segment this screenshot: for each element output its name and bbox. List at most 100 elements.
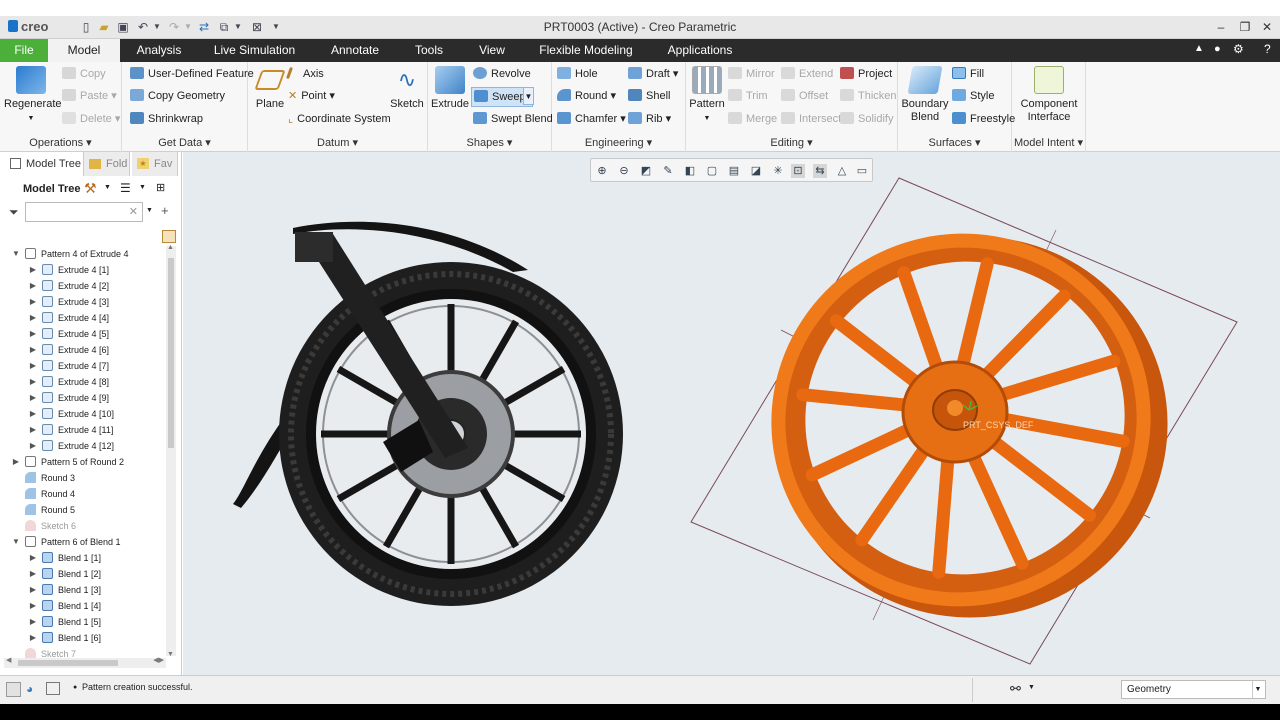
tab-model-tree[interactable]: Model Tree <box>4 152 84 176</box>
filter-icon[interactable]: ⏷ <box>9 205 19 220</box>
tree-item[interactable]: ▶ Extrude 4 [7] <box>0 358 166 374</box>
browser-icon[interactable]: ◕ <box>26 682 33 696</box>
tree-item[interactable]: ▶ Extrude 4 [4] <box>0 310 166 326</box>
expand-arrow-icon[interactable]: ▶ <box>28 278 38 294</box>
search-dropdown-icon[interactable]: ▼ <box>146 207 153 214</box>
thicken-button[interactable]: Thicken <box>840 89 897 103</box>
expand-arrow-icon[interactable]: ▶ <box>28 342 38 358</box>
get-data-group-label[interactable]: Get Data ▾ <box>122 136 247 149</box>
toggle-navigator-icon[interactable] <box>6 682 21 697</box>
repaint-icon[interactable]: ✎ <box>661 164 675 178</box>
copy-geometry-button[interactable]: Copy Geometry <box>130 89 225 103</box>
graphics-viewport[interactable]: PRT_CSYS_DEF <box>183 152 1280 675</box>
point-button[interactable]: ✕ Point ▾ <box>288 89 335 103</box>
copy-button[interactable]: Copy <box>62 67 106 81</box>
shapes-group-label[interactable]: Shapes ▾ <box>428 136 551 149</box>
close-icon[interactable]: ✕ <box>1256 18 1278 36</box>
tree-vertical-scrollbar[interactable]: ▲ ▼ <box>166 244 176 658</box>
shell-button[interactable]: Shell <box>628 89 670 103</box>
sketch-button[interactable]: ∿ Sketch <box>390 66 424 111</box>
tree-item[interactable]: ▶ Extrude 4 [8] <box>0 374 166 390</box>
tree-item[interactable]: ▶ Extrude 4 [9] <box>0 390 166 406</box>
extrude-button[interactable]: Extrude <box>431 66 469 111</box>
mirror-button[interactable]: Mirror <box>728 67 775 81</box>
operations-group-label[interactable]: Operations ▾ <box>0 136 121 149</box>
tree-item[interactable]: Round 5 <box>0 502 166 518</box>
add-column-icon[interactable]: + <box>161 203 169 218</box>
tab-applications[interactable]: Applications <box>659 39 741 62</box>
expand-arrow-icon[interactable]: ▶ <box>28 550 38 566</box>
scroll-right-icon[interactable]: ◀▶ <box>153 656 164 664</box>
datum-display-icon[interactable]: ✳ <box>771 164 785 178</box>
tab-analysis[interactable]: Analysis <box>128 39 190 62</box>
tree-columns-dropdown-icon[interactable]: ▼ <box>139 184 146 191</box>
saved-orientations-icon[interactable]: ▢ <box>705 164 719 178</box>
axis-button[interactable]: Axis <box>286 66 324 81</box>
expand-arrow-icon[interactable]: ▶ <box>28 262 38 278</box>
tab-file[interactable]: File <box>0 39 48 62</box>
tab-tools[interactable]: Tools <box>407 39 451 62</box>
tree-item[interactable]: ▶ Extrude 4 [3] <box>0 294 166 310</box>
display-style-icon[interactable]: ◧ <box>683 164 697 178</box>
tree-settings-dropdown-icon[interactable]: ▼ <box>104 184 111 191</box>
expand-arrow-icon[interactable]: ▶ <box>28 294 38 310</box>
expand-arrow-icon[interactable]: ▶ <box>28 598 38 614</box>
expand-arrow-icon[interactable]: ▶ <box>28 582 38 598</box>
tree-item[interactable]: ▶ Blend 1 [3] <box>0 582 166 598</box>
plane-button[interactable]: Plane <box>252 66 288 111</box>
editing-group-label[interactable]: Editing ▾ <box>686 136 897 149</box>
expand-arrow-icon[interactable]: ▶ <box>28 406 38 422</box>
draft-button[interactable]: Draft ▾ <box>628 67 678 81</box>
find-icon[interactable]: ⚯ <box>1010 681 1021 697</box>
tree-item[interactable]: ▶ Extrude 4 [6] <box>0 342 166 358</box>
tab-live-simulation[interactable]: Live Simulation <box>207 39 302 62</box>
fill-button[interactable]: Fill <box>952 67 984 81</box>
refit-icon[interactable]: ◩ <box>639 164 653 178</box>
tree-columns-icon[interactable]: ☰ <box>120 181 131 195</box>
revolve-button[interactable]: Revolve <box>473 67 531 81</box>
expand-arrow-icon[interactable]: ▶ <box>11 454 21 470</box>
expand-arrow-icon[interactable]: ▶ <box>28 438 38 454</box>
show-features-icon[interactable] <box>162 230 176 243</box>
zoom-out-icon[interactable]: ⊖ <box>617 164 631 178</box>
scroll-left-icon[interactable]: ◀ <box>6 656 11 664</box>
tree-settings-icon[interactable]: ⚒ <box>84 180 97 197</box>
collapse-arrow-icon[interactable]: ▼ <box>11 246 21 262</box>
surfaces-group-label[interactable]: Surfaces ▾ <box>898 136 1011 149</box>
tab-folder-browser[interactable]: Fold <box>84 152 130 176</box>
selection-filter-dropdown[interactable]: Geometry ▼ <box>1121 680 1266 699</box>
tree-item[interactable]: ▶ Blend 1 [1] <box>0 550 166 566</box>
scroll-thumb[interactable] <box>168 258 174 448</box>
tree-item[interactable]: ▶ Extrude 4 [5] <box>0 326 166 342</box>
expand-arrow-icon[interactable]: ▶ <box>28 326 38 342</box>
shrinkwrap-button[interactable]: Shrinkwrap <box>130 112 203 126</box>
settings-icon[interactable]: ⚙ <box>1233 42 1244 56</box>
tab-annotate[interactable]: Annotate <box>322 39 388 62</box>
expand-arrow-icon[interactable]: ▶ <box>28 310 38 326</box>
tree-item[interactable]: ▶ Blend 1 [6] <box>0 630 166 646</box>
expand-arrow-icon[interactable]: ▶ <box>28 374 38 390</box>
model-intent-group-label[interactable]: Model Intent ▾ <box>1012 136 1085 149</box>
tree-item[interactable]: ▶ Extrude 4 [11] <box>0 422 166 438</box>
collapse-arrow-icon[interactable]: ▼ <box>11 534 21 550</box>
tree-item[interactable]: Sketch 6 <box>0 518 166 534</box>
annotation-display-icon[interactable]: ⇆ <box>813 164 827 178</box>
tree-item[interactable]: ▶ Extrude 4 [10] <box>0 406 166 422</box>
regenerate-button[interactable]: Regenerate ▼ <box>4 66 62 125</box>
notifications-icon[interactable]: ● <box>1214 43 1221 55</box>
tree-item[interactable]: ▶ Blend 1 [4] <box>0 598 166 614</box>
expand-arrow-icon[interactable]: ▶ <box>28 566 38 582</box>
expand-arrow-icon[interactable]: ▶ <box>28 630 38 646</box>
scroll-up-icon[interactable]: ▲ <box>167 244 174 251</box>
expand-arrow-icon[interactable]: ▶ <box>28 358 38 374</box>
help-icon[interactable]: ? <box>1264 42 1271 56</box>
user-defined-feature-button[interactable]: User-Defined Feature <box>130 67 254 81</box>
coordinate-system-button[interactable]: ⌞ Coordinate System <box>288 112 391 126</box>
extend-button[interactable]: Extend <box>781 67 833 81</box>
tree-item[interactable]: ▼ Pattern 4 of Extrude 4 <box>0 246 166 262</box>
tree-item[interactable]: Round 4 <box>0 486 166 502</box>
appearance-icon[interactable]: △ <box>835 164 849 178</box>
tree-item[interactable]: ▶ Blend 1 [5] <box>0 614 166 630</box>
viewport-canvas[interactable]: PRT_CSYS_DEF <box>183 152 1280 675</box>
spin-center-icon[interactable]: ⊡ <box>791 164 805 178</box>
